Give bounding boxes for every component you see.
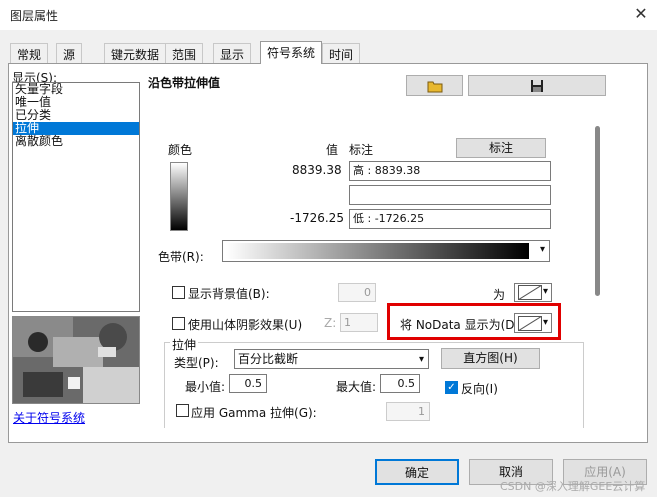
gamma-label: 应用 Gamma 拉伸(G): bbox=[191, 406, 317, 420]
no-color-icon bbox=[517, 315, 543, 332]
scrollbar-thumb[interactable] bbox=[595, 126, 600, 296]
background-value-field[interactable]: 0 bbox=[338, 283, 376, 302]
about-symbology-link[interactable]: 关于符号系统 bbox=[13, 409, 85, 426]
save-button[interactable] bbox=[468, 75, 606, 96]
tab-display[interactable]: 显示 bbox=[213, 43, 252, 63]
histogram-button[interactable]: 直方图(H) bbox=[441, 348, 540, 369]
low-label-field[interactable]: 低 : -1726.25 bbox=[349, 209, 551, 229]
stretch-type-label: 类型(P): bbox=[174, 356, 219, 370]
nodata-label: 将 NoData 显示为(D) bbox=[400, 318, 520, 332]
tab-symbology[interactable]: 符号系统 bbox=[260, 41, 323, 64]
invert-checkbox[interactable]: ✓ bbox=[445, 381, 458, 394]
min-value-field[interactable]: 0.5 bbox=[229, 374, 267, 393]
tab-key-metadata[interactable]: 键元数据 bbox=[104, 43, 167, 63]
chevron-down-icon: ▾ bbox=[542, 317, 548, 328]
folder-icon bbox=[427, 81, 442, 93]
stretch-type-select[interactable]: 百分比截断 ▾ bbox=[234, 349, 429, 369]
watermark: CSDN @深入理解GEE云计算 bbox=[500, 480, 646, 493]
tab-extent[interactable]: 范围 bbox=[165, 43, 204, 63]
background-color-picker[interactable]: ▾ bbox=[514, 283, 552, 302]
renderer-list[interactable]: 矢量字段 唯一值 已分类 拉伸 离散颜色 bbox=[12, 82, 140, 312]
as-label: 为 bbox=[493, 288, 506, 302]
gamma-checkbox[interactable] bbox=[176, 404, 189, 417]
list-item[interactable]: 离散颜色 bbox=[13, 135, 139, 148]
low-value: -1726.25 bbox=[290, 211, 344, 225]
ok-button[interactable]: 确定 bbox=[375, 459, 459, 485]
chevron-down-icon: ▾ bbox=[418, 354, 424, 365]
window-title: 图层属性 bbox=[10, 9, 59, 23]
vertical-scrollbar[interactable] bbox=[594, 120, 602, 410]
nodata-color-picker[interactable]: ▾ bbox=[514, 313, 552, 333]
color-ramp-gradient bbox=[226, 243, 529, 259]
open-folder-button[interactable] bbox=[406, 75, 463, 96]
hillshade-checkbox[interactable] bbox=[172, 317, 185, 330]
max-label: 最大值: bbox=[336, 380, 377, 394]
min-label: 最小值: bbox=[185, 380, 226, 394]
color-swatch[interactable] bbox=[170, 162, 188, 231]
invert-label: 反向(I) bbox=[461, 382, 498, 396]
close-icon[interactable]: ✕ bbox=[630, 2, 652, 26]
tab-source[interactable]: 源 bbox=[56, 43, 83, 63]
mid-label-field[interactable] bbox=[349, 185, 551, 205]
save-icon bbox=[531, 80, 543, 92]
no-color-icon bbox=[517, 284, 543, 301]
high-label-field[interactable]: 高 : 8839.38 bbox=[349, 161, 551, 181]
page-title: 沿色带拉伸值 bbox=[148, 76, 221, 90]
symbology-preview-image bbox=[12, 316, 140, 404]
z-label: Z: bbox=[324, 316, 337, 330]
z-factor-field[interactable]: 1 bbox=[340, 313, 378, 332]
show-background-checkbox[interactable] bbox=[172, 286, 185, 299]
tab-general[interactable]: 常规 bbox=[10, 43, 49, 63]
color-ramp-label: 色带(R): bbox=[158, 250, 204, 264]
gamma-value-field[interactable]: 1 bbox=[386, 402, 430, 421]
stretch-group-title: 拉伸 bbox=[170, 336, 199, 353]
title-bar: 图层属性 ✕ bbox=[0, 0, 657, 30]
value-column-header: 值 bbox=[326, 143, 339, 157]
label-column-header: 标注 bbox=[349, 143, 374, 157]
chevron-down-icon: ▾ bbox=[542, 286, 548, 297]
color-ramp-select[interactable]: ▾ bbox=[222, 240, 550, 262]
label-button[interactable]: 标注 bbox=[456, 138, 546, 158]
stretch-type-value: 百分比截断 bbox=[238, 352, 299, 366]
high-value: 8839.38 bbox=[292, 163, 342, 177]
show-background-label: 显示背景值(B): bbox=[188, 287, 270, 301]
hillshade-label: 使用山体阴影效果(U) bbox=[188, 318, 303, 332]
tab-time[interactable]: 时间 bbox=[322, 43, 361, 63]
max-value-field[interactable]: 0.5 bbox=[380, 374, 420, 393]
color-column-header: 颜色 bbox=[168, 143, 193, 157]
chevron-down-icon: ▾ bbox=[539, 244, 545, 255]
